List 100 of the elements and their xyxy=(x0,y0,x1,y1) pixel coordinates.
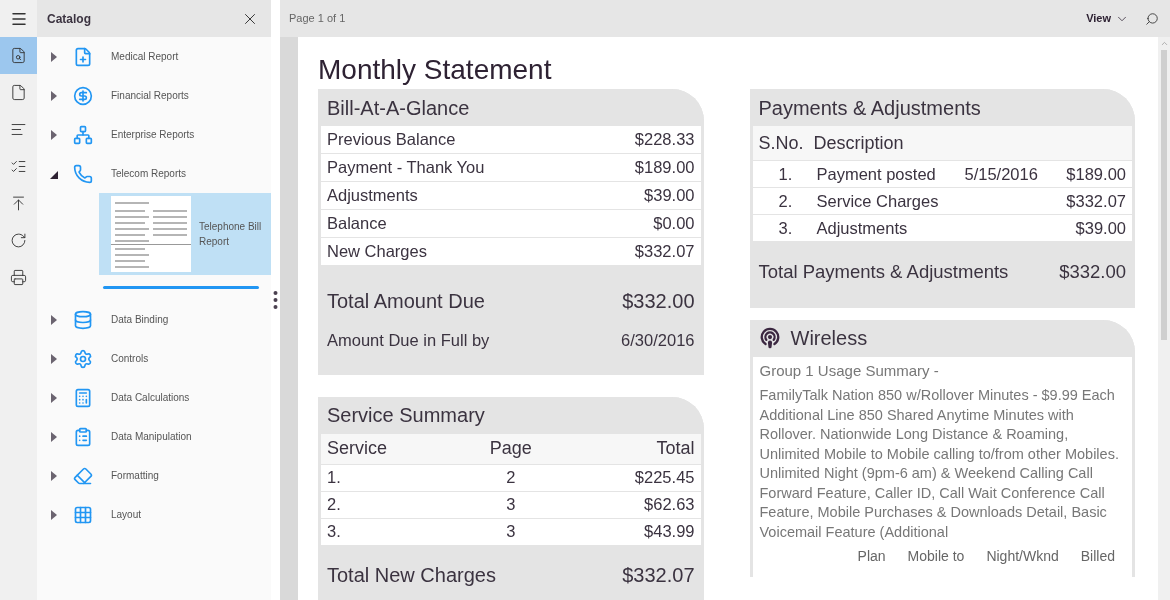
column-header: Night/Wknd xyxy=(986,547,1059,567)
search-button[interactable] xyxy=(1145,11,1159,26)
table-cell-text: 2 xyxy=(505,467,517,489)
table-cell-text: $225.45 xyxy=(633,467,695,489)
row-label: Adjustments xyxy=(327,185,418,207)
expand-caret-icon[interactable] xyxy=(49,391,59,404)
expand-caret-icon[interactable] xyxy=(49,508,59,521)
table-cell-text: 3 xyxy=(505,494,517,516)
tree-item[interactable]: Layout xyxy=(37,495,271,534)
row-value: $332.07 xyxy=(634,241,695,263)
expand-caret-icon[interactable] xyxy=(49,313,59,326)
total-label: Total Payments & Adjustments xyxy=(758,260,1009,284)
table-cell-text: 5/15/2016 xyxy=(964,163,1038,185)
table-cell-text: Service Charges xyxy=(816,190,940,212)
print-icon xyxy=(10,269,27,286)
checklist-icon xyxy=(10,158,27,175)
due-date-label: Amount Due in Full by xyxy=(327,330,490,351)
tree-item-label: Data Binding xyxy=(111,313,169,327)
column-header: Mobile to xyxy=(907,547,965,567)
expand-caret-icon[interactable] xyxy=(49,128,59,141)
phone-icon xyxy=(73,163,93,184)
row-value: $39.00 xyxy=(644,185,695,207)
scrollbar[interactable] xyxy=(1158,37,1170,600)
network-icon xyxy=(73,124,93,145)
tree-item-label: Data Manipulation xyxy=(111,430,192,444)
tree-item[interactable]: Data Binding xyxy=(37,300,271,339)
card-title: Wireless xyxy=(790,326,868,352)
table-cell-text: Payment posted xyxy=(816,163,937,185)
tree-item[interactable]: Controls xyxy=(37,339,271,378)
antenna-icon xyxy=(758,327,781,350)
column-header: Page xyxy=(488,437,533,461)
report-item-label: Telephone Bill Report xyxy=(199,220,263,249)
tree-item[interactable]: Data Calculations xyxy=(37,378,271,417)
catalog-title: Catalog xyxy=(47,10,91,28)
tree-item-label: Telecom Reports xyxy=(111,167,187,181)
usage-subtitle: Group 1 Usage Summary - xyxy=(759,360,940,381)
rail-button[interactable] xyxy=(0,37,37,74)
tree-item[interactable]: Telecom Reports xyxy=(37,154,271,193)
dollar-icon xyxy=(73,85,93,106)
table-cell-text: Adjustments xyxy=(816,217,909,239)
table-cell-text: $43.99 xyxy=(643,521,695,543)
tree-item[interactable]: Medical Report xyxy=(37,37,271,76)
total-label: Total Amount Due xyxy=(327,289,485,314)
table-cell-text: 2. xyxy=(777,190,794,212)
grid-icon xyxy=(73,504,93,525)
total-value: $332.00 xyxy=(1059,260,1126,284)
tree-item-label: Financial Reports xyxy=(111,89,189,103)
total-value: $332.00 xyxy=(622,289,695,314)
total-value: $332.07 xyxy=(622,562,695,588)
calculator-icon xyxy=(73,387,93,408)
expand-caret-icon[interactable] xyxy=(49,430,59,443)
view-button[interactable]: View xyxy=(1086,10,1129,27)
row-label: Payment - Thank You xyxy=(327,157,485,179)
expand-caret-icon[interactable] xyxy=(49,50,59,63)
row-value: $0.00 xyxy=(653,213,695,235)
page-indicator: Page 1 of 1 xyxy=(289,11,346,27)
table-cell-text: 2. xyxy=(327,494,342,516)
row-value: $228.33 xyxy=(634,129,695,151)
upload-icon xyxy=(10,195,27,212)
list-icon xyxy=(73,426,93,447)
table-cell-text: 3 xyxy=(505,521,517,543)
tree-item[interactable]: Financial Reports xyxy=(37,76,271,115)
plan-description: FamilyTalk Nation 850 w/Rollover Minutes - $9.99 Each Additional Line 850 Shared Anytime Minutes with Rollover. Nationwide Long Distance & Roaming, Unlimited Mobile to Mobile calling to/from other Mobiles. Unlimited Night (9pm-6 am) & Weekend Calling Call Forward Feature, Caller ID, Call Wait Conference Call Feature, Mobile Purchases & Downloads Detail, Basic Voicemail Feature (Additional xyxy=(759,386,1120,542)
table-cell-text: 1. xyxy=(327,467,342,489)
row-label: Balance xyxy=(327,213,387,235)
tree-item[interactable]: Enterprise Reports xyxy=(37,115,271,154)
column-header: Total xyxy=(655,437,695,461)
database-icon xyxy=(73,309,93,330)
search-icon xyxy=(1145,11,1159,26)
statement-title: Monthly Statement xyxy=(318,53,553,87)
catalog-icon xyxy=(10,47,27,64)
tree-item[interactable]: Formatting xyxy=(37,456,271,495)
column-header: S.No. xyxy=(758,131,804,155)
table-cell-text: $39.00 xyxy=(1075,217,1126,239)
column-header: Billed xyxy=(1080,547,1115,567)
scrollbar-thumb[interactable] xyxy=(1161,50,1167,340)
file-plus-icon xyxy=(73,46,93,67)
outline-icon xyxy=(10,121,27,138)
splitter-handle[interactable] xyxy=(273,290,278,310)
expand-caret-icon[interactable] xyxy=(49,89,59,102)
row-value: $189.00 xyxy=(634,157,695,179)
column-header: Description xyxy=(813,131,904,155)
expand-caret-icon[interactable] xyxy=(49,469,59,482)
tree-item-label: Formatting xyxy=(111,469,159,483)
expand-caret-icon[interactable] xyxy=(49,352,59,365)
tree-item-label: Data Calculations xyxy=(111,391,190,405)
eraser-icon xyxy=(73,465,93,486)
tree-item[interactable]: Data Manipulation xyxy=(37,417,271,456)
rotate-icon xyxy=(10,232,27,249)
table-cell-text: 1. xyxy=(777,163,794,185)
due-date-value: 6/30/2016 xyxy=(621,330,695,351)
table-cell-text: $332.07 xyxy=(1066,190,1126,212)
table-cell-text: 3. xyxy=(777,217,794,239)
document-icon xyxy=(10,84,27,101)
card-title: Service Summary xyxy=(327,403,485,429)
report-item[interactable]: Telephone Bill Report xyxy=(99,193,271,275)
total-label: Total New Charges xyxy=(327,562,496,588)
table-cell-text: $189.00 xyxy=(1066,163,1126,185)
column-header: Service xyxy=(327,437,389,461)
table-cell-text: 3. xyxy=(327,521,342,543)
